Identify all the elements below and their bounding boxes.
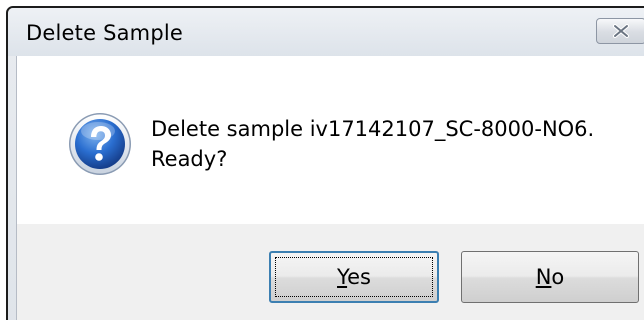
no-mnemonic: N <box>535 265 552 289</box>
close-icon <box>612 24 630 38</box>
message-text: Delete sample iv17142107_SC-8000-NO6. Re… <box>151 114 594 174</box>
no-button[interactable]: No <box>461 251 639 303</box>
question-icon <box>67 111 133 177</box>
message-area: Delete sample iv17142107_SC-8000-NO6. Re… <box>17 56 644 224</box>
no-label-rest: o <box>551 265 565 289</box>
dialog-body: Delete sample iv17142107_SC-8000-NO6. Re… <box>16 56 644 320</box>
dialog-title: Delete Sample <box>26 21 184 45</box>
close-button[interactable] <box>596 18 644 44</box>
delete-sample-dialog: Delete Sample Delete sample iv17142107_S… <box>6 6 644 320</box>
title-bar[interactable]: Delete Sample <box>8 8 644 56</box>
screen: Delete Sample Delete sample iv17142107_S… <box>0 0 644 320</box>
message-line-1: Delete sample iv17142107_SC-8000-NO6. <box>151 117 595 141</box>
no-button-label: No <box>536 265 565 289</box>
yes-button[interactable]: Yes <box>269 251 439 303</box>
yes-mnemonic: Y <box>337 265 348 289</box>
yes-button-label: Yes <box>337 265 371 289</box>
yes-label-rest: es <box>347 265 371 289</box>
message-line-2: Ready? <box>151 147 228 171</box>
